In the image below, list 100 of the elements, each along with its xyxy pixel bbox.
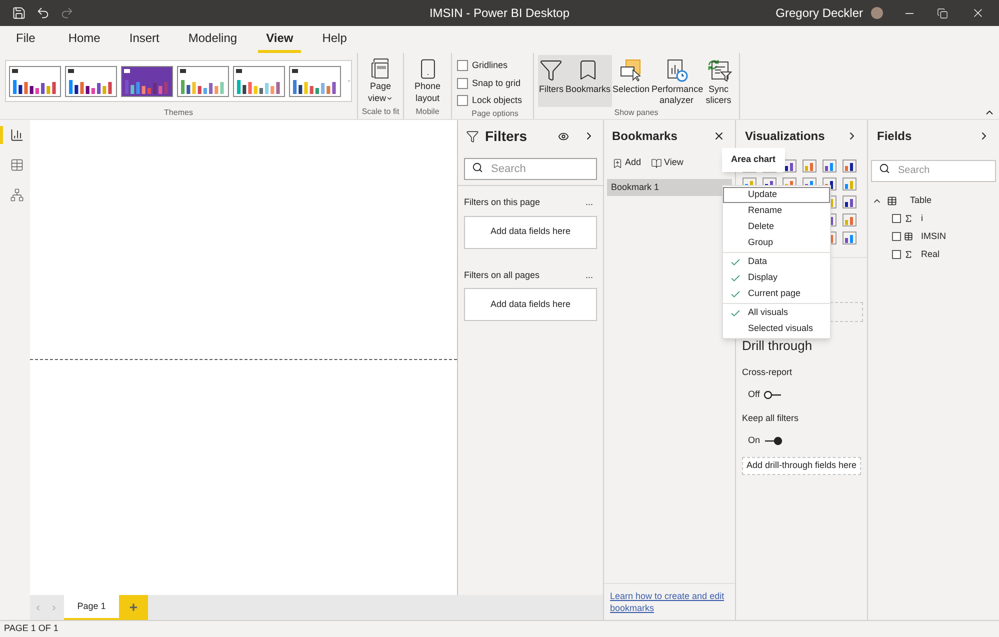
- table-icon: [10, 158, 24, 172]
- search-icon: [472, 162, 483, 173]
- drop-zone[interactable]: Add data fields here: [464, 216, 597, 248]
- check-icon: [730, 288, 741, 300]
- redo-icon[interactable]: [60, 6, 74, 20]
- pane-title: Visualizations: [745, 128, 825, 145]
- add-page-button[interactable]: +: [119, 595, 148, 620]
- menu-tab[interactable]: File: [8, 26, 44, 53]
- menu-item[interactable]: Current page: [723, 286, 830, 302]
- show-pane-button[interactable]: Bookmarks: [564, 55, 612, 107]
- view-bookmark-button[interactable]: View: [651, 156, 684, 170]
- search-field[interactable]: Search: [871, 160, 996, 182]
- table-icon: [887, 196, 897, 206]
- bookmark-item[interactable]: Bookmark 1: [607, 179, 732, 196]
- restore-icon[interactable]: [937, 8, 948, 18]
- check-icon: [730, 256, 741, 268]
- field-item[interactable]: i: [868, 212, 999, 226]
- pane-title: Fields: [877, 128, 912, 145]
- check-icon: [730, 308, 741, 318]
- menu-tab[interactable]: Insert: [121, 26, 168, 53]
- show-pane-button[interactable]: Filters: [538, 55, 564, 107]
- check-icon: [730, 272, 741, 284]
- page-option-checkbox[interactable]: Snap to grid: [457, 76, 533, 90]
- add-bookmark-button[interactable]: Add: [612, 156, 642, 170]
- field-checkbox[interactable]: [892, 250, 901, 259]
- caret-icon: [386, 95, 393, 102]
- selection-icon: [619, 58, 644, 82]
- menu-tab[interactable]: Modeling: [180, 26, 246, 53]
- section-title: Filters on all pages: [464, 268, 540, 282]
- search-icon: [879, 163, 890, 174]
- menu-tab[interactable]: Help: [314, 26, 355, 53]
- tooltip: Area chart: [722, 148, 785, 172]
- sync-funnel-icon: [706, 58, 732, 82]
- field-item[interactable]: IMSIN: [868, 230, 999, 244]
- field-item[interactable]: Real: [868, 248, 999, 262]
- sigma-icon: [904, 250, 913, 259]
- page-option-checkbox[interactable]: Gridlines: [457, 59, 533, 72]
- save-icon[interactable]: [12, 6, 26, 20]
- page-count: PAGE 1 OF 1: [4, 622, 58, 636]
- theme-thumbnail[interactable]: [233, 66, 285, 96]
- pane-title: Filters: [485, 126, 528, 146]
- group-label: Scale to fit: [362, 106, 400, 118]
- show-pane-button[interactable]: Selection: [612, 55, 651, 107]
- group-label: Mobile: [416, 106, 440, 118]
- more-options[interactable]: ...: [585, 268, 593, 282]
- menu-item[interactable]: All visuals: [723, 305, 830, 321]
- page-option-checkbox[interactable]: Lock objects: [457, 94, 533, 108]
- page-tab[interactable]: Page 1: [64, 595, 119, 620]
- bar-chart-icon: [10, 128, 24, 142]
- undo-icon[interactable]: [36, 6, 50, 20]
- table-node[interactable]: Table: [868, 194, 999, 208]
- toggle-label: Cross-report: [742, 366, 794, 379]
- page-view-button[interactable]: Page view: [362, 58, 398, 104]
- pane-title: Bookmarks: [612, 128, 678, 145]
- show-pane-button[interactable]: Sync slicers: [702, 55, 735, 107]
- page-view-icon: [370, 58, 390, 80]
- theme-thumbnail[interactable]: [121, 66, 173, 96]
- phone-layout-button[interactable]: Phone layout: [410, 58, 446, 104]
- group-label: Page options: [472, 108, 518, 120]
- section-title: Filters on this page: [464, 196, 540, 209]
- bookmark-plus-icon: [612, 158, 623, 168]
- theme-thumbnail[interactable]: [177, 66, 229, 96]
- theme-thumbnail[interactable]: [289, 66, 341, 96]
- menu-item[interactable]: Update: [723, 187, 830, 203]
- help-link[interactable]: Learn how to create and edit bookmarks: [610, 590, 729, 614]
- section-heading: Drill through: [742, 337, 814, 355]
- user-name: Gregory Deckler: [776, 5, 863, 22]
- menu-item[interactable]: Display: [723, 270, 830, 286]
- menu-item[interactable]: Selected visuals: [723, 321, 830, 337]
- menu-item[interactable]: Data: [723, 254, 830, 270]
- stopwatch-chart-icon: [664, 58, 689, 82]
- toggle-track-icon: [763, 436, 784, 446]
- menu-item[interactable]: Delete: [723, 219, 830, 235]
- more-options[interactable]: ...: [585, 196, 593, 210]
- field-checkbox[interactable]: [892, 232, 901, 241]
- model-icon: [10, 188, 24, 202]
- menu-tab[interactable]: View: [258, 26, 302, 53]
- close-icon[interactable]: [713, 130, 725, 142]
- avatar-icon[interactable]: [871, 7, 883, 19]
- toggle-track-icon: [762, 390, 783, 400]
- theme-thumbnail[interactable]: [9, 66, 61, 96]
- menu-tab[interactable]: Home: [60, 26, 108, 53]
- field-checkbox[interactable]: [892, 214, 901, 223]
- drop-zone[interactable]: Add data fields here: [464, 288, 597, 321]
- book-icon: [651, 158, 662, 168]
- toggle-switch[interactable]: On: [748, 434, 798, 448]
- toggle-switch[interactable]: Off: [748, 388, 798, 402]
- group-label: Themes: [164, 107, 193, 119]
- eye-icon[interactable]: [558, 130, 569, 142]
- drop-zone[interactable]: Add drill-through fields here: [742, 456, 861, 474]
- group-label: Show panes: [614, 107, 658, 119]
- menu-item[interactable]: Rename: [723, 203, 830, 219]
- table-icon: [904, 232, 913, 241]
- search-field[interactable]: Search: [464, 158, 597, 180]
- filter-icon: [466, 130, 479, 142]
- menu-item[interactable]: Group: [723, 235, 830, 251]
- theme-thumbnail[interactable]: [65, 66, 117, 96]
- sigma-icon: [904, 214, 913, 223]
- show-pane-button[interactable]: Performance analyzer: [650, 55, 703, 107]
- funnel-icon: [539, 58, 564, 82]
